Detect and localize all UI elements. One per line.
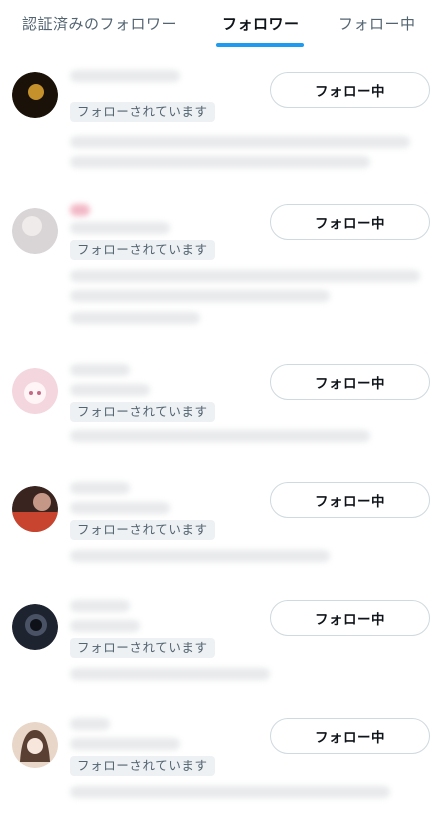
blurred-bio-line xyxy=(70,290,330,302)
tab-followers[interactable]: フォロワー xyxy=(222,13,300,34)
following-button[interactable]: フォロー中 xyxy=(270,204,430,240)
tab-following[interactable]: フォロー中 xyxy=(338,13,416,34)
active-tab-indicator xyxy=(216,43,304,47)
list-item[interactable]: フォローされています フォロー中 xyxy=(0,590,440,708)
follows-you-badge: フォローされています xyxy=(70,520,215,540)
blurred-username xyxy=(70,718,110,730)
following-button[interactable]: フォロー中 xyxy=(270,364,430,400)
follows-you-badge: フォローされています xyxy=(70,102,215,122)
blurred-username xyxy=(70,600,130,612)
blurred-username xyxy=(70,70,180,82)
list-item[interactable]: フォローされています フォロー中 xyxy=(0,354,440,472)
tab-verified-followers[interactable]: 認証済みのフォロワー xyxy=(22,13,177,34)
list-item[interactable]: フォローされています フォロー中 xyxy=(0,58,440,176)
blurred-handle xyxy=(70,620,140,632)
blurred-bio-line xyxy=(70,550,330,562)
avatar[interactable] xyxy=(12,368,58,414)
list-item[interactable]: フォローされています フォロー中 xyxy=(0,194,440,324)
following-button[interactable]: フォロー中 xyxy=(270,600,430,636)
blurred-bio-line xyxy=(70,668,270,680)
following-button[interactable]: フォロー中 xyxy=(270,482,430,518)
blurred-username xyxy=(70,204,90,216)
blurred-handle xyxy=(70,502,170,514)
blurred-handle xyxy=(70,384,150,396)
tab-bar: 認証済みのフォロワー フォロワー フォロー中 xyxy=(0,0,440,48)
avatar[interactable] xyxy=(12,604,58,650)
blurred-handle xyxy=(70,738,180,750)
blurred-username xyxy=(70,482,130,494)
blurred-bio-line xyxy=(70,136,410,148)
blurred-handle xyxy=(70,222,170,234)
avatar[interactable] xyxy=(12,72,58,118)
avatar[interactable] xyxy=(12,722,58,768)
avatar[interactable] xyxy=(12,486,58,532)
follows-you-badge: フォローされています xyxy=(70,402,215,422)
follows-you-badge: フォローされています xyxy=(70,756,215,776)
list-item[interactable]: フォローされています フォロー中 xyxy=(0,708,440,826)
blurred-bio-line xyxy=(70,430,370,442)
following-button[interactable]: フォロー中 xyxy=(270,718,430,754)
blurred-bio-line xyxy=(70,312,200,324)
blurred-bio-line xyxy=(70,156,370,168)
list-item[interactable]: フォローされています フォロー中 xyxy=(0,472,440,590)
blurred-bio-line xyxy=(70,786,390,798)
following-button[interactable]: フォロー中 xyxy=(270,72,430,108)
blurred-username xyxy=(70,364,130,376)
follows-you-badge: フォローされています xyxy=(70,638,215,658)
blurred-bio-line xyxy=(70,270,420,282)
follows-you-badge: フォローされています xyxy=(70,240,215,260)
avatar[interactable] xyxy=(12,208,58,254)
